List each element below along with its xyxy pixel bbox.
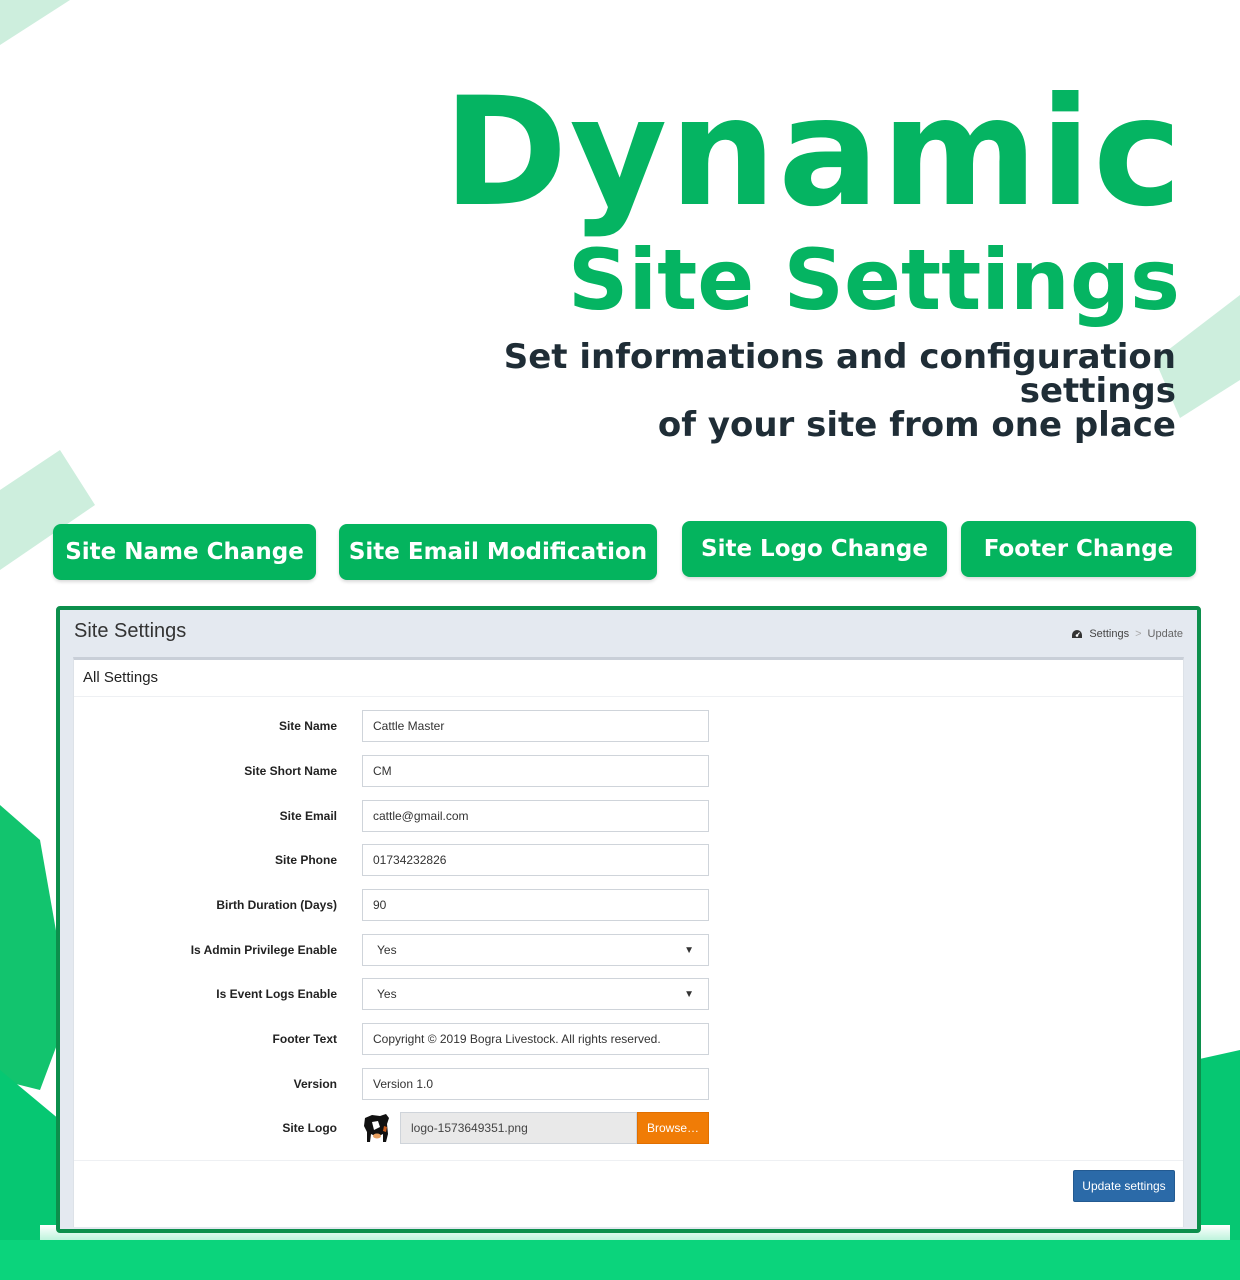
admin-privilege-value: Yes [377, 943, 397, 957]
chevron-down-icon: ▼ [684, 944, 694, 956]
label-site-phone: Site Phone [274, 853, 337, 867]
feature-site-name-change: Site Name Change [53, 524, 316, 580]
settings-box: All Settings Site Name Site Short Name S… [73, 657, 1184, 1227]
site-logo-file-name[interactable]: logo-1573649351.png [400, 1112, 637, 1144]
label-site-short-name: Site Short Name [244, 764, 337, 778]
row-event-logs: Is Event Logs Enable Yes ▼ [74, 978, 1183, 1010]
row-site-short-name: Site Short Name [74, 755, 1183, 787]
breadcrumb-settings[interactable]: Settings [1089, 628, 1129, 640]
site-phone-input[interactable] [362, 844, 709, 876]
hero-title: Dynamic [443, 66, 1184, 240]
hero-description: Set informations and configuration setti… [356, 340, 1176, 442]
event-logs-select[interactable]: Yes ▼ [362, 978, 709, 1010]
feature-site-logo-change: Site Logo Change [682, 521, 947, 577]
version-input[interactable] [362, 1068, 709, 1100]
label-admin-privilege: Is Admin Privilege Enable [190, 943, 337, 957]
row-site-phone: Site Phone [74, 844, 1183, 876]
settings-panel: Site Settings Settings > Update All Sett… [56, 606, 1201, 1233]
hero-subtitle: Site Settings [567, 231, 1180, 329]
row-version: Version [74, 1068, 1183, 1100]
breadcrumb-separator: > [1135, 628, 1142, 640]
breadcrumb-update: Update [1147, 628, 1183, 640]
row-site-email: Site Email [74, 800, 1183, 832]
site-short-name-input[interactable] [362, 755, 709, 787]
label-site-name: Site Name [278, 719, 337, 733]
dashboard-icon [1072, 630, 1083, 638]
feature-footer-change: Footer Change [961, 521, 1196, 577]
browse-button[interactable]: Browse… [637, 1112, 709, 1144]
hero-description-line-1: Set informations and configuration setti… [503, 337, 1176, 411]
event-logs-value: Yes [377, 987, 397, 1001]
feature-site-email-modification: Site Email Modification [339, 524, 657, 580]
update-settings-button[interactable]: Update settings [1073, 1170, 1175, 1202]
row-site-name: Site Name [74, 710, 1183, 742]
site-name-input[interactable] [362, 710, 709, 742]
admin-privilege-select[interactable]: Yes ▼ [362, 934, 709, 966]
footer-text-input[interactable] [362, 1023, 709, 1055]
site-email-input[interactable] [362, 800, 709, 832]
label-birth-duration: Birth Duration (Days) [216, 898, 337, 912]
breadcrumb: Settings > Update [1071, 628, 1183, 640]
hero-description-line-2: of your site from one place [657, 405, 1176, 445]
label-event-logs: Is Event Logs Enable [216, 987, 337, 1001]
box-footer: Update settings [74, 1160, 1183, 1230]
page-title: Site Settings [74, 620, 187, 642]
label-footer-text: Footer Text [272, 1032, 337, 1046]
row-footer-text: Footer Text [74, 1023, 1183, 1055]
row-birth-duration: Birth Duration (Days) [74, 889, 1183, 921]
birth-duration-input[interactable] [362, 889, 709, 921]
label-site-email: Site Email [279, 809, 337, 823]
label-version: Version [293, 1077, 337, 1091]
chevron-down-icon: ▼ [684, 988, 694, 1000]
cow-logo-icon [364, 1114, 389, 1142]
label-site-logo: Site Logo [282, 1121, 337, 1135]
box-title: All Settings [74, 660, 1183, 697]
row-site-logo: Site Logo logo-1573649351.png Browse… [74, 1112, 1183, 1144]
row-admin-privilege: Is Admin Privilege Enable Yes ▼ [74, 934, 1183, 966]
